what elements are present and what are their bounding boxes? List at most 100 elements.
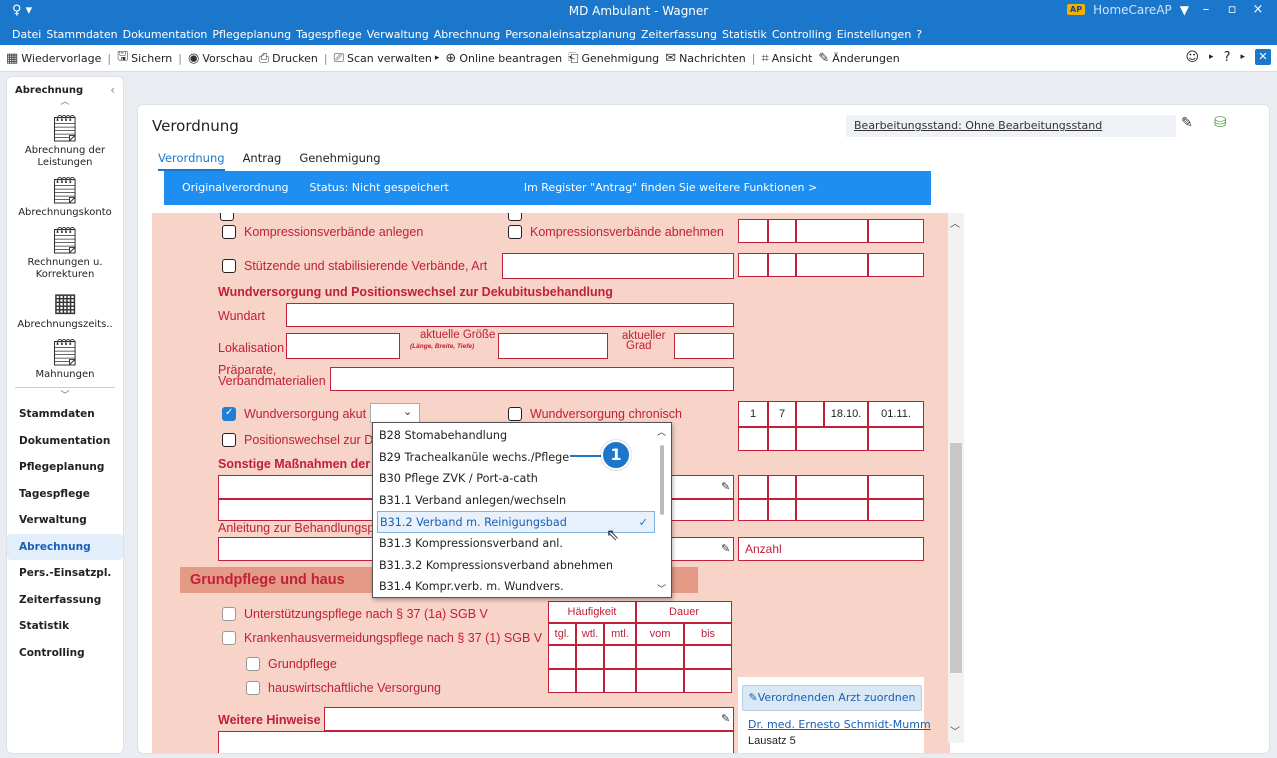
menu-zeiterfassung[interactable]: Zeiterfassung (641, 28, 717, 41)
sidebar-item-statistik[interactable]: Statistik (7, 613, 123, 640)
grid-cell[interactable] (636, 669, 684, 693)
grad-input[interactable] (674, 333, 734, 359)
grid-cell[interactable] (868, 427, 924, 451)
sidebar-tool-abrechnungskonto[interactable]: 🗒 Abrechnungskonto (7, 175, 123, 219)
praeparate-input[interactable] (330, 367, 734, 391)
dropdown-option[interactable]: B31.3.2 Kompressionsverband abnehmen (377, 555, 655, 577)
wiedervorlage-button[interactable]: ▦ Wiedervorlage (6, 51, 101, 66)
sichern-button[interactable]: 🖫 Sichern (117, 47, 172, 69)
dropdown-option[interactable]: B31.4 Kompr.verb. m. Wundvers. (377, 576, 655, 598)
sidebar-item-abrechnung[interactable]: Abrechnung (7, 533, 123, 560)
wund-akut-select[interactable]: ⌄ (370, 403, 420, 423)
chevron-up-icon[interactable]: ︿ (950, 215, 960, 230)
menu-personaleinsatzplanung[interactable]: Personaleinsatzplanung (505, 28, 636, 41)
grid-cell[interactable] (796, 475, 868, 499)
grid-cell[interactable] (768, 253, 796, 277)
close-window-button[interactable]: × (1249, 2, 1267, 17)
scan-button[interactable]: ⎚ Scan verwalten ▸ (334, 51, 440, 66)
maximize-button[interactable]: ▫ (1223, 2, 1241, 17)
minimize-button[interactable]: – (1197, 2, 1215, 17)
wundart-input[interactable] (286, 303, 734, 327)
grid-cell[interactable] (796, 219, 868, 243)
tab-verordnung[interactable]: Verordnung (158, 151, 225, 171)
lokalisation-input[interactable] (286, 333, 400, 359)
grid-cell[interactable] (796, 499, 868, 521)
grid-cell[interactable] (738, 253, 768, 277)
genehmigung-button[interactable]: ⎗ Genehmigung (568, 51, 659, 66)
sidebar-tool-mahnungen[interactable]: 🗒 Mahnungen (7, 337, 123, 381)
online-button[interactable]: ⊕ Online beantragen (445, 51, 562, 66)
aenderungen-button[interactable]: ✎ Änderungen (818, 51, 899, 66)
krankenhaus-checkbox[interactable] (222, 631, 236, 645)
sidebar-item-zeiterfassung[interactable]: Zeiterfassung (7, 587, 123, 614)
grid-cell[interactable] (868, 253, 924, 277)
grid-cell-anzahl[interactable]: 7 (768, 401, 796, 427)
grid-cell[interactable] (684, 669, 732, 693)
menu-abrechnung[interactable]: Abrechnung (434, 28, 500, 41)
dropdown-scrollbar[interactable]: ︿ ﹀ (655, 425, 669, 595)
ansicht-button[interactable]: ⌗ Ansicht (761, 51, 812, 66)
grid-cell[interactable] (576, 669, 604, 693)
grid-cell[interactable] (768, 219, 796, 243)
grid-cell[interactable] (868, 499, 924, 521)
grid-cell[interactable] (768, 499, 796, 521)
chevron-down-icon[interactable]: ﹀ (950, 723, 960, 738)
sidebar-tool-abrechnungszeitraum[interactable]: ▦ Abrechnungszeits.. (7, 287, 123, 331)
grid-cell-vom[interactable]: 18.10. (824, 401, 868, 427)
stuetzende-art-input[interactable] (502, 253, 734, 279)
bearbeitungsstand-field[interactable]: Bearbeitungsstand: Ohne Bearbeitungsstan… (846, 115, 1176, 137)
grid-cell[interactable] (738, 475, 768, 499)
sidebar-item-pflegeplanung[interactable]: Pflegeplanung (7, 454, 123, 481)
assign-doctor-button[interactable]: ✎Verordnenden Arzt zuordnen (742, 685, 922, 711)
grid-cell[interactable] (796, 253, 868, 277)
drucken-button[interactable]: ⎙ Drucken (259, 51, 318, 66)
weitere-input[interactable]: ✎ (324, 707, 734, 731)
groesse-input[interactable] (498, 333, 608, 359)
chevron-down-icon[interactable]: ﹀ (15, 387, 115, 401)
grid-cell[interactable] (868, 219, 924, 243)
sidebar-item-stammdaten[interactable]: Stammdaten (7, 401, 123, 428)
menu-tagespflege[interactable]: Tagespflege (296, 28, 362, 41)
grid-cell[interactable] (868, 475, 924, 499)
pencil-icon[interactable]: ✎ (721, 712, 730, 725)
wund-chron-checkbox[interactable] (508, 407, 522, 421)
form-scrollbar[interactable]: ︿ ﹀ (948, 213, 964, 743)
smiley-icon[interactable]: ☺ (1185, 50, 1199, 65)
grid-cell[interactable] (548, 669, 576, 693)
sidebar-item-verwaltung[interactable]: Verwaltung (7, 507, 123, 534)
chevron-up-icon[interactable]: ︿ (657, 425, 666, 438)
menu-statistik[interactable]: Statistik (722, 28, 767, 41)
sidebar-item-tagespflege[interactable]: Tagespflege (7, 481, 123, 508)
dropdown-scroll-thumb[interactable] (660, 445, 664, 515)
doctor-link[interactable]: Dr. med. Ernesto Schmidt-Mumm (748, 718, 931, 731)
sidebar-item-controlling[interactable]: Controlling (7, 640, 123, 667)
grid-cell-bis[interactable]: 01.11. (868, 401, 924, 427)
chevron-left-icon[interactable]: ‹ (110, 83, 115, 97)
checkbox-partial[interactable] (508, 213, 522, 221)
kompr-abnehmen-checkbox[interactable] (508, 225, 522, 239)
user-status-icon[interactable]: ⛁ (1214, 113, 1227, 131)
chevron-right-icon[interactable]: ▸ (1209, 52, 1214, 62)
grid-cell[interactable] (548, 645, 576, 669)
grid-cell[interactable] (738, 427, 768, 451)
menu-datei[interactable]: Datei (12, 28, 41, 41)
wund-akut-checkbox[interactable] (222, 407, 236, 421)
grid-cell[interactable] (768, 475, 796, 499)
pencil-icon[interactable]: ✎ (1181, 115, 1193, 131)
pencil-icon[interactable]: ✎ (721, 480, 730, 493)
sidebar-item-pers-einsatzpl[interactable]: Pers.-Einsatzpl. (7, 560, 123, 587)
menu-einstellungen[interactable]: Einstellungen (837, 28, 912, 41)
nachrichten-button[interactable]: ✉ Nachrichten (665, 51, 746, 66)
menu-verwaltung[interactable]: Verwaltung (367, 28, 429, 41)
dropdown-option[interactable]: B31.1 Verband anlegen/wechseln (377, 490, 655, 512)
grid-cell[interactable] (738, 499, 768, 521)
hauswirt-checkbox[interactable] (246, 681, 260, 695)
pencil-icon[interactable]: ✎ (721, 542, 730, 555)
grid-cell[interactable] (738, 219, 768, 243)
weitere-input-2[interactable] (218, 731, 734, 753)
scrollbar-thumb[interactable] (950, 443, 962, 673)
chevron-down-icon[interactable]: ﹀ (657, 582, 666, 595)
sidebar-tool-rechnungen[interactable]: 🗒 Rechnungen u. Korrekturen (7, 225, 123, 281)
vorschau-button[interactable]: ◉ Vorschau (188, 51, 253, 66)
menu-pflegeplanung[interactable]: Pflegeplanung (212, 28, 291, 41)
